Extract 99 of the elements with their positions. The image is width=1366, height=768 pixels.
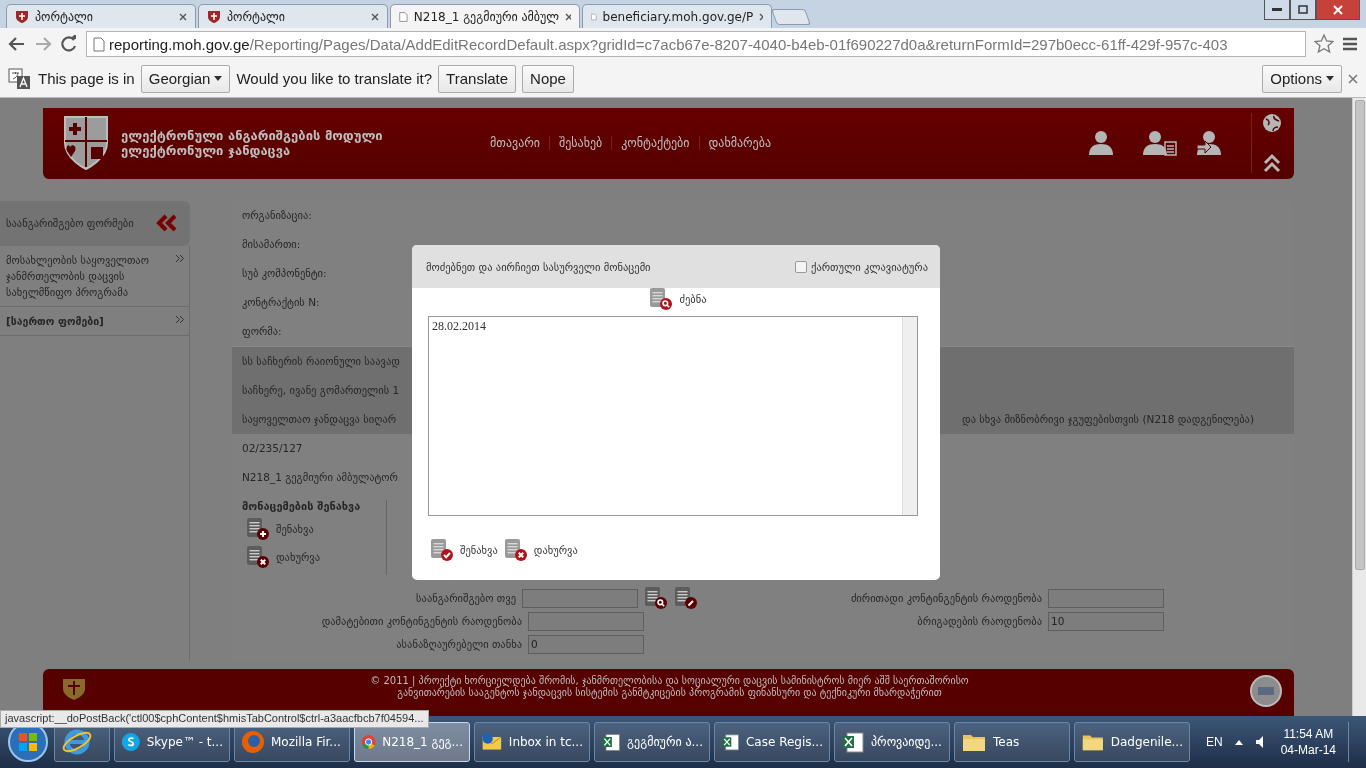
nav-link[interactable]: დახმარება bbox=[698, 136, 781, 151]
action-button[interactable]: დახურვა bbox=[242, 544, 386, 569]
page-icon bbox=[399, 9, 408, 24]
footer-text: © 2011 | პროექტი ხორციელდება შრომის, ჯანმრთელობისა და სოციალური დაცვის სამინისტროს მიერ აშშ საერთაშორისო bbox=[370, 674, 969, 687]
input-field[interactable]: 0 bbox=[528, 634, 644, 654]
document-close-icon bbox=[503, 538, 528, 562]
shield-logo-icon bbox=[63, 115, 109, 172]
sidebar-title: საანგარიშგებო ფორმები bbox=[6, 217, 134, 229]
sidebar-item[interactable]: [საერთო ფომები] bbox=[0, 306, 190, 336]
seal-icon bbox=[1250, 674, 1282, 707]
document-add-icon bbox=[246, 516, 270, 541]
field-label: საანგარიშგებო თვე bbox=[416, 592, 516, 604]
field-value: საყოველთაო ჯანდაცვა სიღარ bbox=[242, 413, 397, 425]
maximize-button[interactable] bbox=[1290, 0, 1316, 20]
shield-icon bbox=[15, 9, 29, 24]
field-value: საჩხერე, ივანე გომართელის 1 bbox=[242, 384, 400, 396]
star-icon[interactable] bbox=[1314, 34, 1334, 54]
minimize-icon bbox=[1272, 7, 1282, 12]
taskbar-button[interactable]: Inbox in tc... bbox=[474, 722, 590, 762]
scrollbar-thumb[interactable] bbox=[1354, 100, 1365, 570]
back-arrow-icon[interactable] bbox=[8, 36, 26, 52]
skype-icon bbox=[121, 730, 141, 754]
browser-tab[interactable]: N218_1 გეგმიური ამბულ bbox=[390, 4, 580, 28]
taskbar-button[interactable]: გეგმიური ა... bbox=[594, 722, 710, 762]
taskbar-button[interactable]: Case Regis... bbox=[714, 722, 830, 762]
double-chevron-right-icon bbox=[175, 314, 185, 324]
field-label: კონტრაქტის N: bbox=[242, 296, 320, 308]
dialog-button[interactable]: დახურვა bbox=[499, 538, 578, 562]
field-label: ფორმა: bbox=[242, 325, 282, 337]
checkbox[interactable] bbox=[795, 260, 807, 273]
field-label: ორგანიზაცია: bbox=[242, 209, 312, 221]
browser-tab[interactable]: პორტალი bbox=[198, 4, 388, 28]
language-indicator[interactable]: EN bbox=[1205, 735, 1223, 749]
translate-bar-button[interactable]: Translate bbox=[438, 64, 517, 93]
taskbar-button[interactable]: Dadgenile... bbox=[1074, 722, 1190, 762]
input-field[interactable] bbox=[528, 611, 644, 631]
caret-icon bbox=[214, 76, 223, 81]
sidebar-item[interactable]: მოსახლეობის საყოველთაო ჯანმრთელობის დაცვის სახელმწიფო პროგრამა bbox=[0, 245, 190, 307]
close-button[interactable] bbox=[1316, 0, 1360, 20]
clock[interactable]: 11:54 AM 04-Mar-14 bbox=[1280, 726, 1336, 758]
user-list-icon[interactable] bbox=[1143, 130, 1177, 157]
language-dropdown[interactable]: Georgian bbox=[140, 64, 231, 93]
shield-icon bbox=[207, 9, 221, 24]
field-value: N218_1 გეგმიური ამბულატორ bbox=[242, 471, 398, 483]
browser-tab[interactable]: პორტალი bbox=[6, 4, 196, 28]
nav-link[interactable]: მთავარი bbox=[481, 136, 549, 151]
document-save-icon bbox=[430, 538, 454, 562]
field-label: ბრიგადების რაოდენობა bbox=[917, 615, 1042, 627]
dialog-button[interactable]: შენახვა bbox=[426, 538, 498, 562]
input-field[interactable] bbox=[1048, 588, 1164, 608]
input-field[interactable] bbox=[522, 588, 638, 608]
field-value: და სხვა მიზნობრივი ჯგუფებისთვის (N218 დადგენილება) bbox=[962, 413, 1254, 425]
url-path: /Reporting/Pages/Data/AddEditRecordDefault.aspx?gridId=c7acb67e-8207-4040-b4eb-01f690227d0a&returnFormId=297b0ecc-61ff-429f-957c-403 bbox=[249, 35, 1228, 53]
section-title: მონაცემების შენახვა bbox=[242, 499, 362, 513]
page-icon bbox=[93, 36, 105, 52]
browser-tab[interactable]: beneficiary.moh.gov.ge/P bbox=[582, 4, 772, 28]
double-chevron-up-icon[interactable] bbox=[1262, 153, 1282, 174]
address-bar[interactable]: reporting.moh.gov.ge/Reporting/Pages/Data/AddEditRecordDefault.aspx?gridId=c7acb67e-8207-4040-b4eb-01f690227d0a&returnFormId=297b0ecc-61ff-429f-957c-403 bbox=[86, 31, 1306, 57]
translate-bar-button[interactable]: Nope bbox=[522, 64, 574, 93]
site-title: ელექტრონული ანგარიშგების მოდული bbox=[121, 128, 384, 144]
nav-link[interactable]: შესახებ bbox=[549, 136, 612, 151]
nav-link[interactable]: კონტაქტები bbox=[611, 136, 699, 151]
field-value: სს საჩხერის რაიონული საავად bbox=[242, 355, 400, 367]
search-button[interactable]: ძებნა bbox=[645, 288, 707, 310]
taskbar-button[interactable]: პროვაიდე... bbox=[834, 722, 950, 762]
maximize-icon bbox=[1298, 5, 1308, 14]
reload-icon[interactable] bbox=[60, 35, 78, 53]
status-url-tooltip: javascript:__doPostBack('ctl00$cphContent$hmisTabControl$ctrl-a3aacfbcb7f04594... bbox=[0, 710, 429, 728]
double-chevron-right-icon bbox=[175, 253, 185, 263]
options-dropdown[interactable]: Options bbox=[1262, 64, 1342, 93]
firefox-icon bbox=[241, 730, 265, 754]
field-label: მისამართი: bbox=[242, 238, 301, 250]
field-label: დამატებითი კონტინგენტის რაოდენობა bbox=[321, 615, 522, 627]
e-logo-icon bbox=[61, 727, 93, 757]
field-label: ასანაზღაურებელი თანხა bbox=[396, 638, 522, 650]
document-close-icon bbox=[246, 544, 270, 569]
dialog-title: მოძებნეთ და აირჩიეთ სასურველი მონაცემი bbox=[426, 260, 651, 273]
translate-question: Would you like to translate it? bbox=[236, 70, 433, 87]
action-button[interactable]: შენახვა bbox=[242, 516, 386, 541]
keyboard-checkbox[interactable]: ქართული კლავიატურა bbox=[795, 260, 928, 273]
list-item[interactable]: 28.02.2014 bbox=[432, 319, 899, 334]
taskbar-button[interactable]: Teas bbox=[954, 722, 1070, 762]
globe-icon[interactable] bbox=[1262, 113, 1282, 134]
menu-icon[interactable] bbox=[1342, 37, 1358, 51]
caret-icon bbox=[1326, 76, 1334, 81]
field-label: სუბ კომპონენტი: bbox=[242, 267, 327, 279]
document-search-icon bbox=[644, 586, 668, 610]
minimize-button[interactable] bbox=[1264, 0, 1290, 20]
input-field[interactable]: 10 bbox=[1048, 611, 1164, 631]
field-label: ძირითადი კონტინგენტის რაოდენობა bbox=[850, 592, 1042, 604]
document-edit-icon bbox=[674, 586, 698, 610]
spreadsheet-icon bbox=[841, 730, 865, 754]
translate-prompt: This page is in bbox=[38, 70, 135, 87]
site-title: ელექტრონული ჯანდაცვა bbox=[121, 143, 292, 159]
field-value: 02/235/127 bbox=[242, 442, 303, 454]
translate-icon bbox=[8, 67, 32, 90]
footer-text: განვითარების სააგენტოს ჯანდაცვის სისტემის განმტკიცების პროგრამის ფინანსური და ტექნიკური მხარდაჭერით bbox=[397, 686, 942, 699]
caret-up-icon[interactable] bbox=[1234, 739, 1243, 745]
url-host: reporting.moh.gov.ge bbox=[109, 35, 250, 53]
